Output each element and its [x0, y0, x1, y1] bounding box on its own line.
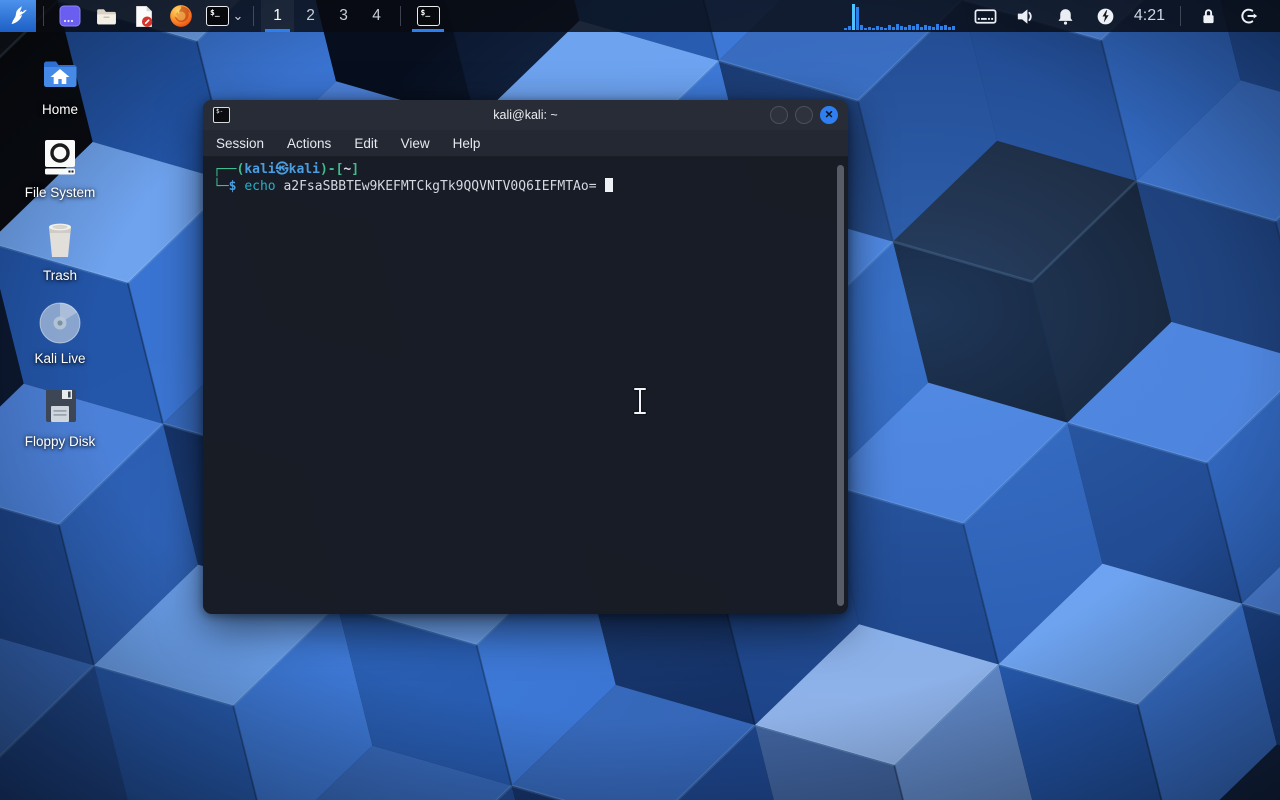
chevron-down-icon[interactable]: ⌄ [230, 8, 246, 24]
window-titlebar[interactable]: $- kali@kali: ~ ✕ [203, 100, 848, 130]
launcher-firefox[interactable] [162, 0, 199, 32]
workspace-1-label: 1 [273, 7, 282, 25]
show-desktop-icon [58, 4, 82, 28]
prompt-dollar: $ [229, 179, 237, 194]
desktop-icon-label: Floppy Disk [25, 434, 96, 449]
desktop-icon-home[interactable]: Home [17, 50, 103, 117]
menu-view[interactable]: View [401, 136, 430, 151]
prompt-close: ] [351, 162, 359, 177]
firefox-icon [168, 3, 194, 29]
menu-edit[interactable]: Edit [354, 136, 377, 151]
active-task-underline [412, 29, 444, 32]
taskbar-terminal-window-button[interactable]: $_ [408, 0, 448, 32]
maximize-button[interactable] [795, 106, 813, 124]
workspace-2-label: 2 [306, 7, 315, 25]
close-button[interactable]: ✕ [820, 106, 838, 124]
close-icon: ✕ [825, 110, 834, 121]
typed-command: echo [244, 179, 275, 194]
panel-separator [1180, 6, 1181, 26]
volume-icon[interactable] [1014, 4, 1038, 28]
prompt-line-1: ┌──(kali㉿kali)-[~] [213, 161, 830, 178]
terminal-icon: $_ [417, 6, 440, 26]
terminal-menubar: Session Actions Edit View Help [203, 130, 848, 157]
lock-screen-icon[interactable] [1196, 4, 1220, 28]
desktop-icon-list: Home File System Trash Kali Live [17, 50, 103, 465]
text-editor-icon [131, 4, 156, 29]
terminal-output-area[interactable]: ┌──(kali㉿kali)-[~] └─$ echo a2FsaSBBTEw9… [203, 157, 848, 614]
power-manager-icon[interactable] [1094, 4, 1118, 28]
kali-menu-button[interactable] [0, 0, 36, 32]
launcher-show-desktop[interactable] [51, 0, 88, 32]
prompt-user-host: kali㉿kali [244, 162, 320, 177]
desktop-icon-floppy-disk[interactable]: Floppy Disk [17, 382, 103, 449]
panel-separator [400, 6, 401, 26]
terminal-icon: $_ [206, 6, 229, 26]
hard-drive-icon [36, 133, 84, 181]
prompt-line-2: └─$ echo a2FsaSBBTEw9KEFMTCkgTk9QQVNTV0Q… [213, 178, 830, 195]
desktop-icon-file-system[interactable]: File System [17, 133, 103, 200]
floppy-disk-icon [36, 382, 84, 430]
launcher-file-manager[interactable] [88, 0, 125, 32]
menu-session[interactable]: Session [216, 136, 264, 151]
desktop-icon-trash[interactable]: Trash [17, 216, 103, 283]
clock[interactable]: 4:21 [1134, 7, 1165, 25]
workspace-2[interactable]: 2 [294, 0, 327, 32]
active-workspace-underline [265, 29, 290, 32]
terminal-cursor [605, 178, 613, 192]
keyboard-indicator-icon[interactable] [974, 4, 998, 28]
prompt-corner: └─ [213, 179, 229, 194]
workspace-3-label: 3 [339, 7, 348, 25]
trash-icon [36, 216, 84, 264]
workspace-4[interactable]: 4 [360, 0, 393, 32]
kali-dragon-icon [6, 4, 30, 28]
menu-actions[interactable]: Actions [287, 136, 331, 151]
window-terminal-icon: $- [213, 107, 230, 123]
optical-disc-icon [36, 299, 84, 347]
desktop-icon-kali-live[interactable]: Kali Live [17, 299, 103, 366]
cpu-usage-graph[interactable] [844, 0, 956, 32]
launcher-text-editor[interactable] [125, 0, 162, 32]
desktop-icon-label: File System [25, 185, 96, 200]
home-folder-icon [36, 50, 84, 98]
prompt-separator: )-[ [320, 162, 343, 177]
workspace-1[interactable]: 1 [261, 0, 294, 32]
logout-icon[interactable] [1236, 4, 1260, 28]
workspace-4-label: 4 [372, 7, 381, 25]
prompt-open: ┌──( [213, 162, 244, 177]
window-title: kali@kali: ~ [203, 108, 848, 122]
file-manager-icon [94, 4, 119, 29]
panel-separator [253, 6, 254, 26]
terminal-window: $- kali@kali: ~ ✕ Session Actions Edit V… [203, 100, 848, 614]
desktop-icon-label: Trash [43, 268, 77, 283]
desktop-icon-label: Kali Live [34, 351, 85, 366]
panel-separator [43, 6, 44, 26]
minimize-button[interactable] [770, 106, 788, 124]
notifications-bell-icon[interactable] [1054, 4, 1078, 28]
command-argument: a2FsaSBBTEw9KEFMTCkgTk9QQVNTV0Q6IEFMTAo= [283, 179, 596, 194]
workspace-3[interactable]: 3 [327, 0, 360, 32]
top-panel: $_ ⌄ 1 2 3 4 $_ [0, 0, 1280, 32]
desktop-icon-label: Home [42, 102, 78, 117]
terminal-scrollbar-thumb[interactable] [837, 165, 844, 606]
menu-help[interactable]: Help [453, 136, 481, 151]
